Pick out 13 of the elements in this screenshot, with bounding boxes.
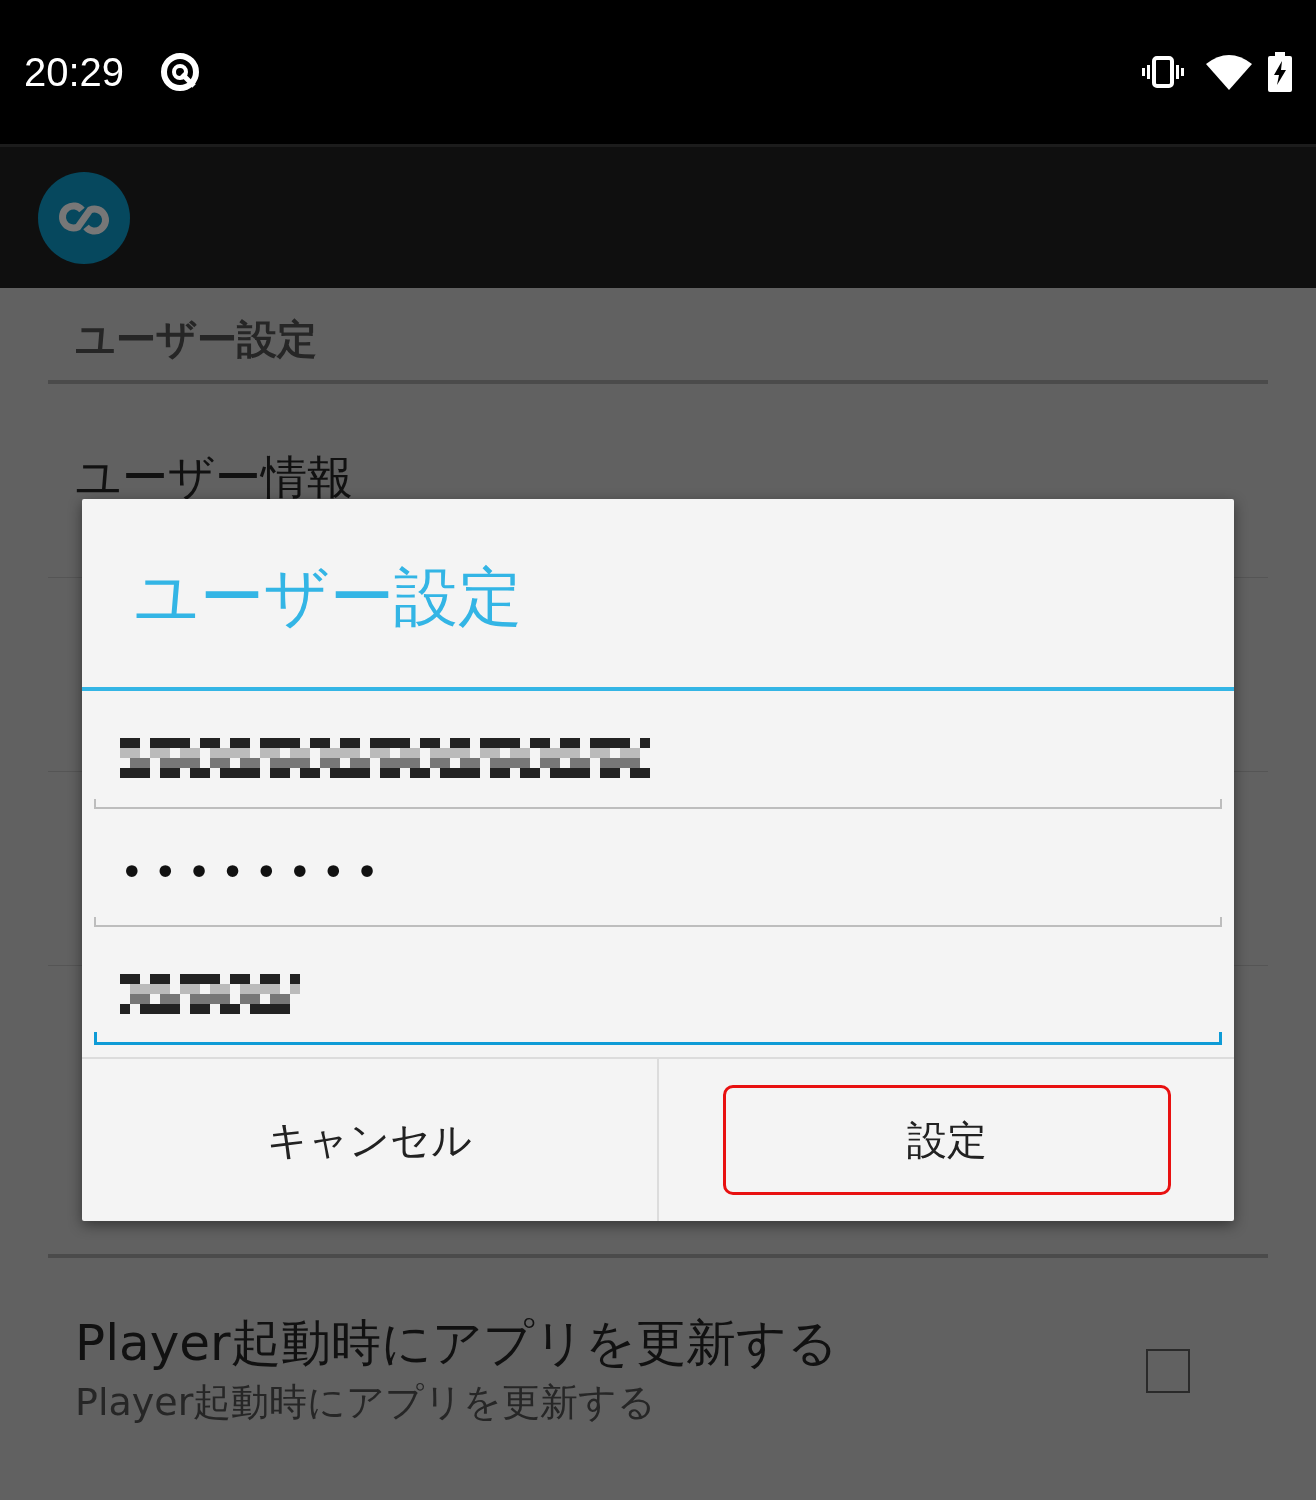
app-logo-icon [38, 171, 130, 264]
vibrate-icon [1142, 56, 1184, 88]
wifi-icon [1206, 54, 1252, 90]
dialog-button[interactable]: 設定 [722, 1085, 1171, 1195]
input-field[interactable]: •••••••• [94, 809, 1222, 927]
section-header: ユーザー設定 [74, 315, 318, 364]
dialog-button[interactable]: キャンセル [82, 1059, 657, 1221]
checkbox[interactable] [1146, 1349, 1190, 1393]
battery-icon [1268, 52, 1292, 92]
dialog-title: ユーザー設定 [82, 499, 1234, 691]
status-time: 20:29 [24, 49, 125, 95]
setting-summary: Player起動時にアプリを更新する [75, 1379, 658, 1426]
setting-title: Player起動時にアプリを更新する [75, 1313, 839, 1374]
